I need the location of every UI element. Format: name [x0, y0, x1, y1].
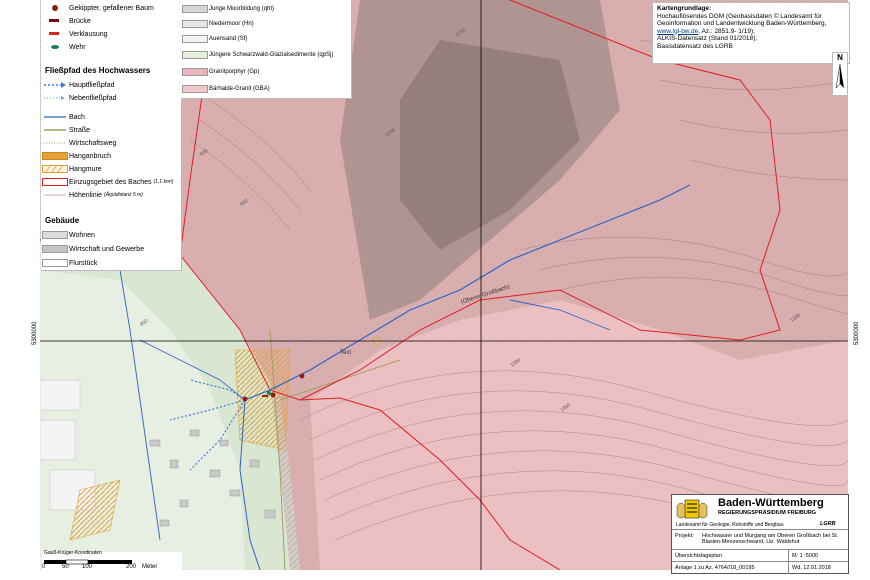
legend-item: Jüngere Schwarzwald-Glazialsedimente (qp… — [181, 50, 333, 60]
coord-left: 5300000 — [32, 321, 38, 345]
text-label: Text — [340, 350, 352, 356]
legend-item: Granitporphyr (Gp) — [181, 67, 259, 77]
legend-item: Gekippter, gefallener Baum — [41, 3, 154, 13]
scale-bar: Gauß-Krüger-Koordinaten 0 50 100 200 Met… — [42, 550, 182, 576]
north-arrow: N — [832, 52, 848, 96]
legend-item: Wirtschaft und Gewerbe — [41, 244, 144, 254]
legend-item: Hauptfließpfad — [41, 80, 115, 90]
legend-item: Nebenfließpfad — [41, 93, 116, 103]
legend-item: Verklausung — [41, 29, 108, 39]
state-title: Baden-Württemberg — [718, 497, 824, 509]
flow-title: Fließpfad des Hochwassers — [45, 66, 151, 75]
state-emblem-icon — [675, 498, 709, 522]
legend-item: Straße — [41, 125, 90, 135]
wehr-icon — [41, 42, 69, 52]
main-flow-icon — [41, 80, 69, 90]
north-arrow-icon — [835, 63, 844, 89]
legend-item: Flurstück — [41, 258, 97, 268]
road-icon — [41, 125, 69, 135]
path-icon — [41, 138, 69, 148]
hangmure-icon — [41, 164, 69, 174]
legend-item: Brücke — [41, 16, 91, 26]
north-label: N — [837, 53, 843, 62]
legend-item: Hanganbruch — [41, 151, 111, 161]
source-link[interactable]: www.lgl-bw.de — [657, 28, 698, 35]
legend-item: Junge Moorbildung (qht) — [181, 4, 274, 14]
coord-right: 5300000 — [854, 321, 860, 345]
legend-item: Wehr — [41, 42, 86, 52]
title-block: Baden-Württemberg REGIERUNGSPRÄSIDIUM FR… — [671, 494, 849, 574]
lgrb-logo: LGRB — [820, 521, 836, 527]
legend-item: Auensand (Sf) — [181, 34, 247, 44]
tree-icon — [41, 3, 69, 13]
building-title: Gebäude — [45, 216, 80, 225]
legend-item: Einzugsgebiet des Baches (1,1 km²) — [41, 177, 173, 187]
map-sheet: (Oberer Großbach) Text 1000 1050 1100 95… — [0, 0, 870, 580]
legend-item: Wohnen — [41, 230, 95, 240]
legend-item: Hangmure — [41, 164, 102, 174]
legend-item: Bärhalde-Granit (GBA) — [181, 84, 270, 94]
bach-icon — [41, 112, 69, 122]
side-flow-icon — [41, 93, 69, 103]
legend-item: Niedermoor (Hn) — [181, 19, 254, 29]
source-box: Kartengrundlage: Hochauflösendes DGM (Ge… — [652, 2, 850, 64]
hanganbruch-icon — [41, 151, 69, 161]
legend-item: Wirtschaftsweg — [41, 138, 116, 148]
catchment-icon — [41, 177, 69, 187]
verklausung-icon — [41, 29, 69, 39]
legend-item: Bach — [41, 112, 85, 122]
geology-legend: Junge Moorbildung (qht) Niedermoor (Hn) … — [181, 0, 352, 99]
legend-panel: Gekippter, gefallener Baum Brücke Verkla… — [41, 0, 182, 271]
bridge-icon — [41, 16, 69, 26]
lgrb-name: Landesamt für Geologie, Rohstoffe und Be… — [676, 522, 784, 528]
contour-icon — [41, 190, 69, 200]
legend-item: Höhenlinie (Äquidistanz 5 m) — [41, 190, 143, 200]
rp-title: REGIERUNGSPRÄSIDIUM FREIBURG — [718, 510, 817, 516]
